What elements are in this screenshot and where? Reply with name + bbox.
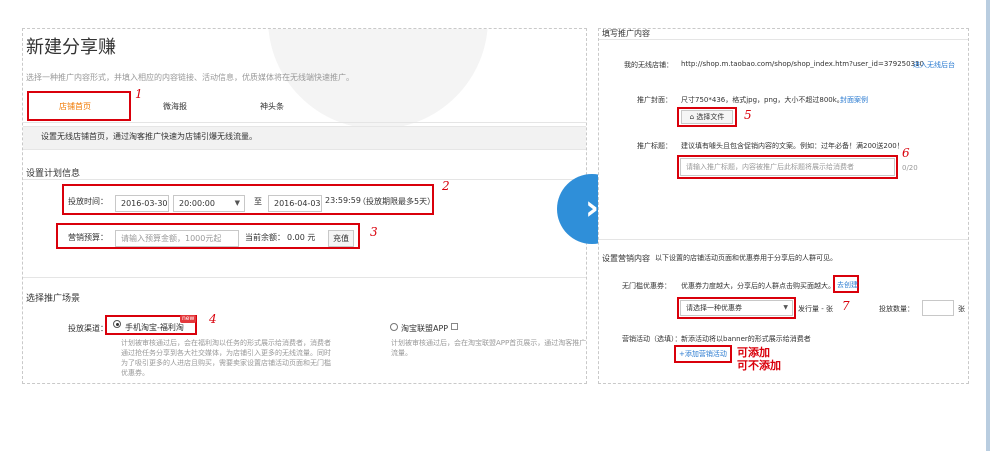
app-icon xyxy=(451,323,458,330)
left-form-panel: 新建分享赚 选择一种推广内容形式，并填入相应的内容链接、活动信息，优质媒体将在无… xyxy=(22,28,587,384)
wireless-backend-link[interactable]: 进入无线后台 xyxy=(913,60,955,70)
chevron-down-icon: ▼ xyxy=(783,304,788,311)
cover-hint: 尺寸750*436，格式jpg，png，大小不超过800k。 xyxy=(681,96,844,104)
recharge-button[interactable]: 充值 xyxy=(328,230,354,247)
note-optional: 可不添加 xyxy=(737,359,781,372)
quantity-unit: 张 xyxy=(958,305,965,313)
quantity-input[interactable] xyxy=(922,300,954,316)
new-badge: new xyxy=(180,315,197,323)
coupon-select-value: 请选择一种优惠券 xyxy=(686,304,742,312)
coupon-description: 优惠券力度越大，分享后的人群点击购买面越大。 xyxy=(681,282,835,290)
channel1-radio[interactable] xyxy=(113,320,121,328)
shop-url: http://shop.m.taobao.com/shop/shop_index… xyxy=(681,60,924,68)
channel2-desc-line: 流量。 xyxy=(391,349,412,357)
annotation-1: 1 xyxy=(135,87,143,101)
channel1-desc-line: 优惠券。 xyxy=(121,369,149,377)
radio-dot xyxy=(115,322,119,326)
fill-section-title: 填写推广内容 xyxy=(602,29,650,38)
time-limit-note: （投放期限最多5天） xyxy=(358,197,436,206)
plan-section-title: 设置计划信息 xyxy=(26,169,81,179)
channel2-desc-line: 计划被审核通过后，会在淘宝联盟APP首页展示，通过淘客推广 xyxy=(391,339,587,347)
marketing-description: 以下设置的店铺活动页面和优惠券用于分享后的人群可见。 xyxy=(655,254,837,262)
time-label: 投放时间： xyxy=(68,197,108,206)
annotation-5: 5 xyxy=(744,108,752,122)
start-time-select[interactable]: 20:00:00 ▼ xyxy=(173,195,245,212)
channel2-radio[interactable] xyxy=(390,323,398,331)
scene-divider xyxy=(23,277,586,278)
end-date-input[interactable]: 2016-04-03 xyxy=(268,195,322,212)
plan-divider xyxy=(23,179,586,180)
channel2-description: 计划被审核通过后，会在淘宝联盟APP首页展示，通过淘客推广 流量。 xyxy=(391,338,586,358)
right-form-panel: 填写推广内容 我的无线店铺： http://shop.m.taobao.com/… xyxy=(598,28,969,384)
upload-icon: ⌂ xyxy=(689,113,695,121)
budget-input[interactable]: 请输入预算金额，1000元起 xyxy=(115,230,239,247)
fill-divider xyxy=(599,39,968,40)
headline-counter: 0/20 xyxy=(902,164,918,172)
cover-label: 推广封面： xyxy=(637,96,672,104)
add-activity-button[interactable]: +添加营销活动 xyxy=(679,349,727,359)
end-time-text: 23:59:59 xyxy=(325,196,361,205)
marketing-divider xyxy=(599,239,968,240)
issue-label: 发行量 - 张 xyxy=(798,305,833,313)
balance-label: 当前余额： xyxy=(245,233,285,242)
date-range-separator: 至 xyxy=(254,197,262,206)
chevron-down-icon: ▼ xyxy=(234,199,240,207)
channel-label: 投放渠道： xyxy=(68,324,108,333)
headline-label: 推广标题： xyxy=(637,142,672,150)
right-edge-strip xyxy=(986,0,990,451)
activity-description: 新添活动将以banner的形式展示给消费者 xyxy=(681,335,811,343)
annotation-4: 4 xyxy=(209,312,217,326)
channel2-label[interactable]: 淘宝联盟APP xyxy=(401,323,448,334)
coupon-select[interactable]: 请选择一种优惠券 ▼ xyxy=(680,300,793,316)
shop-label: 我的无线店铺： xyxy=(624,61,673,69)
scene-section-title: 选择推广场景 xyxy=(26,294,81,304)
channel1-desc-line: 为了吸引更多的人进店且购买，需要卖家设置店铺活动页面和无门槛 xyxy=(121,359,331,367)
choose-file-label: 选择文件 xyxy=(696,113,725,121)
start-date-input[interactable]: 2016-03-30 xyxy=(115,195,169,212)
info-bar-text: 设置无线店铺首页，通过淘客推广快速为店铺引爆无线流量。 xyxy=(41,132,257,141)
tab-headline[interactable]: 神头条 xyxy=(260,101,284,112)
annotation-6: 6 xyxy=(902,146,910,160)
tab-divider xyxy=(23,122,586,123)
marketing-section-title: 设置营销内容 xyxy=(602,254,650,263)
annotation-3: 3 xyxy=(370,225,378,239)
tab-micro-poster[interactable]: 微海报 xyxy=(163,101,187,112)
balance-value: 0.00 元 xyxy=(287,233,316,242)
channel1-desc-line: 计划被审核通过后，会在福利淘以任务的形式展示给消费者，消费者 xyxy=(121,339,331,347)
quantity-label: 投放数量： xyxy=(879,305,914,313)
budget-label: 营销预算： xyxy=(68,233,108,242)
cover-example-link[interactable]: 封面案例 xyxy=(840,95,868,105)
headline-hint: 建议填有噱头且包含促销内容的文案。例如：过年必备！满200送200！ xyxy=(681,142,904,150)
activity-label: 营销活动（选填）： xyxy=(622,335,682,343)
channel1-description: 计划被审核通过后，会在福利淘以任务的形式展示给消费者，消费者 通过抢任务分享到各… xyxy=(121,338,371,378)
annotation-7: 7 xyxy=(842,299,850,313)
headline-input[interactable]: 请输入推广标题，内容被推广后此标题将展示给消费者 xyxy=(680,158,895,176)
start-time-value: 20:00:00 xyxy=(179,199,215,208)
channel1-label[interactable]: 手机淘宝-福利淘 xyxy=(125,322,184,333)
channel1-desc-line: 通过抢任务分享到各大社交媒体，为店铺引入更多的无线流量。同时 xyxy=(121,349,331,357)
coupon-label: 无门槛优惠券： xyxy=(622,282,671,290)
page-title: 新建分享赚 xyxy=(26,37,116,58)
page-subtitle: 选择一种推广内容形式，并填入相应的内容链接、活动信息，优质媒体将在无线端快速推广… xyxy=(26,73,354,82)
create-coupon-link[interactable]: 去创建 xyxy=(837,280,858,290)
annotation-2: 2 xyxy=(442,179,450,193)
highlight-box-1 xyxy=(27,91,131,121)
choose-file-button[interactable]: ⌂ 选择文件 xyxy=(681,110,733,124)
